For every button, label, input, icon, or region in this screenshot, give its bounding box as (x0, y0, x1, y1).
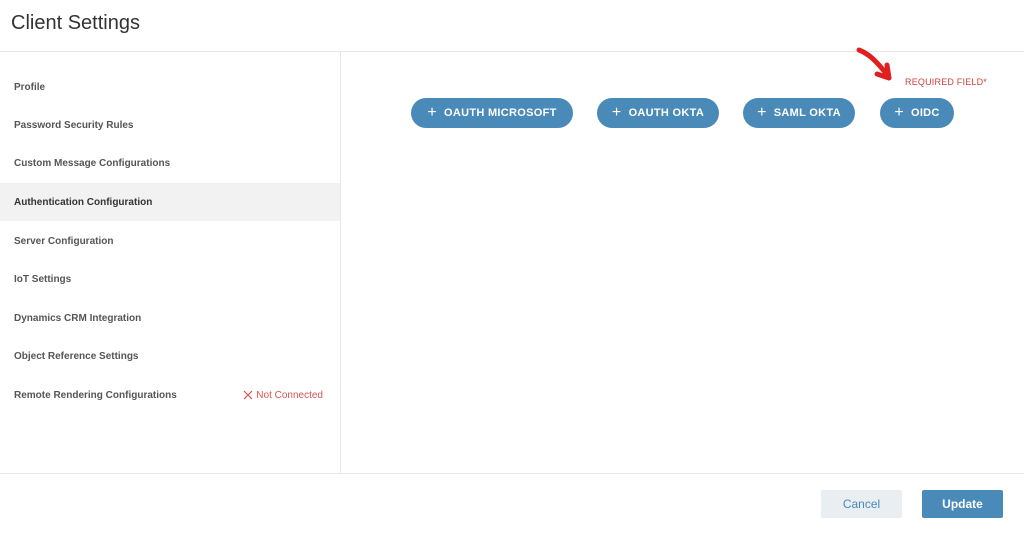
button-label: OIDC (910, 107, 940, 119)
dialog-header: Client Settings (0, 0, 1024, 52)
sidebar-item-remote-rendering-configurations[interactable]: Remote Rendering Configurations Not Conn… (0, 376, 340, 414)
sidebar-item-label: Server Configuration (14, 235, 114, 247)
cancel-button[interactable]: Cancel (821, 490, 902, 518)
sidebar-item-label: Authentication Configuration (14, 196, 153, 208)
button-label: OAUTH OKTA (628, 107, 705, 119)
main-content: REQUIRED FIELD* + OAUTH MICROSOFT + OAUT… (341, 47, 1024, 473)
plus-icon: + (427, 103, 437, 121)
sidebar-item-label: Password Security Rules (14, 119, 134, 131)
dialog-footer: Cancel Update (0, 473, 1024, 536)
required-field-label: REQUIRED FIELD* (905, 77, 988, 87)
sidebar-item-label: IoT Settings (14, 273, 72, 285)
add-oidc-button[interactable]: + OIDC (880, 98, 954, 128)
add-oauth-okta-button[interactable]: + OAUTH OKTA (597, 98, 719, 128)
update-button[interactable]: Update (922, 490, 1003, 518)
sidebar-item-iot-settings[interactable]: IoT Settings (0, 260, 340, 298)
sidebar-item-label: Remote Rendering Configurations (14, 389, 177, 401)
add-saml-okta-button[interactable]: + SAML OKTA (743, 98, 855, 128)
sidebar-item-dynamics-crm-integration[interactable]: Dynamics CRM Integration (0, 299, 340, 337)
sidebar-item-authentication-configuration[interactable]: Authentication Configuration (0, 183, 340, 221)
sidebar-item-custom-message-configurations[interactable]: Custom Message Configurations (0, 144, 340, 182)
sidebar-item-label: Dynamics CRM Integration (14, 312, 142, 324)
plus-icon: + (757, 103, 767, 121)
settings-sidebar: Profile Password Security Rules Custom M… (0, 52, 341, 473)
red-arrow-icon (856, 47, 892, 81)
add-oauth-microsoft-button[interactable]: + OAUTH MICROSOFT (411, 98, 573, 128)
sidebar-item-password-security-rules[interactable]: Password Security Rules (0, 106, 340, 144)
sidebar-item-server-configuration[interactable]: Server Configuration (0, 222, 340, 260)
connection-status: Not Connected (243, 376, 323, 414)
plus-icon: + (894, 103, 904, 121)
sidebar-item-label: Object Reference Settings (14, 350, 139, 362)
connection-status-label: Not Connected (256, 389, 323, 401)
page-title: Client Settings (11, 12, 140, 34)
button-label: OAUTH MICROSOFT (443, 107, 557, 119)
sidebar-item-object-reference-settings[interactable]: Object Reference Settings (0, 337, 340, 375)
sidebar-item-label: Custom Message Configurations (14, 157, 171, 169)
sidebar-item-label: Profile (14, 81, 46, 93)
plus-icon: + (611, 103, 622, 121)
button-label: SAML OKTA (773, 107, 841, 119)
sidebar-item-profile[interactable]: Profile (0, 68, 340, 106)
x-icon (243, 390, 253, 400)
